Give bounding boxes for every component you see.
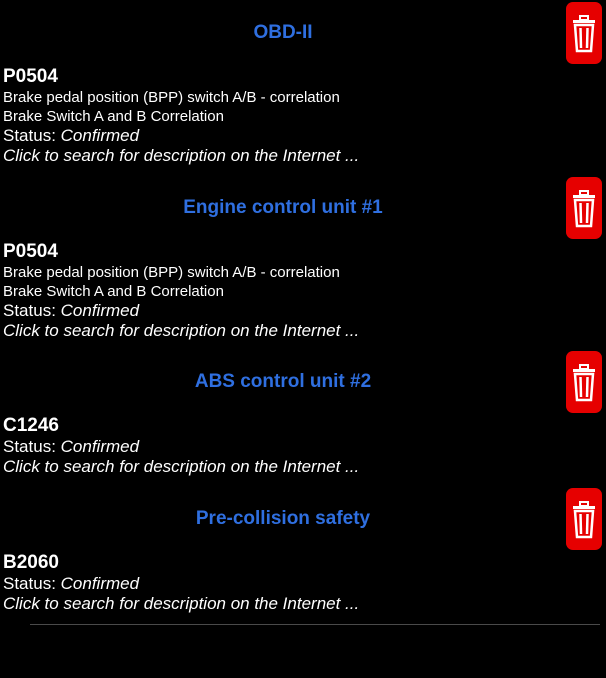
dtc-entry[interactable]: P0504 Brake pedal position (BPP) switch …	[0, 66, 606, 166]
section-obd2: OBD-II P0504 Brake pedal position (BPP) …	[0, 0, 606, 166]
section-abs-control-unit: ABS control unit #2 C1246 Status: Confir…	[0, 349, 606, 477]
trash-icon	[573, 501, 595, 539]
dtc-status: Status: Confirmed	[3, 301, 140, 320]
dtc-description: Brake pedal position (BPP) switch A/B - …	[3, 264, 340, 281]
delete-button[interactable]	[566, 488, 602, 550]
dtc-description: Brake Switch A and B Correlation	[3, 108, 224, 125]
section-header: ABS control unit #2	[0, 349, 606, 415]
dtc-description: Brake pedal position (BPP) switch A/B - …	[3, 89, 340, 106]
dtc-code: P0504	[3, 66, 58, 87]
search-internet-link[interactable]: Click to search for description on the I…	[3, 321, 606, 341]
dtc-entry[interactable]: C1246 Status: Confirmed Click to search …	[0, 415, 606, 477]
dtc-code: B2060	[3, 552, 59, 573]
delete-button[interactable]	[566, 351, 602, 413]
dtc-list-page: OBD-II P0504 Brake pedal position (BPP) …	[0, 0, 606, 678]
trash-icon	[573, 15, 595, 53]
status-value: Confirmed	[60, 574, 140, 593]
section-header: OBD-II	[0, 0, 606, 66]
section-title: Engine control unit #1	[183, 197, 383, 218]
delete-button[interactable]	[566, 2, 602, 64]
section-title: OBD-II	[253, 22, 313, 43]
dtc-status: Status: Confirmed	[3, 574, 140, 593]
search-internet-link[interactable]: Click to search for description on the I…	[3, 457, 606, 477]
dtc-description: Brake Switch A and B Correlation	[3, 283, 224, 300]
dtc-code: P0504	[3, 241, 58, 262]
dtc-entry[interactable]: B2060 Status: Confirmed Click to search …	[0, 552, 606, 614]
status-value: Confirmed	[60, 437, 140, 456]
status-value: Confirmed	[60, 301, 140, 320]
section-pre-collision-safety: Pre-collision safety B2060 Status: Confi…	[0, 486, 606, 614]
list-divider	[30, 624, 600, 625]
dtc-status: Status: Confirmed	[3, 437, 140, 456]
section-engine-control-unit: Engine control unit #1 P0504 Brake pedal…	[0, 175, 606, 341]
search-internet-link[interactable]: Click to search for description on the I…	[3, 146, 606, 166]
dtc-status: Status: Confirmed	[3, 126, 140, 145]
dtc-code: C1246	[3, 415, 59, 436]
section-title: ABS control unit #2	[194, 371, 372, 392]
section-title: Pre-collision safety	[195, 508, 371, 529]
delete-button[interactable]	[566, 177, 602, 239]
trash-icon	[573, 364, 595, 402]
section-header: Pre-collision safety	[0, 486, 606, 552]
search-internet-link[interactable]: Click to search for description on the I…	[3, 594, 606, 614]
status-value: Confirmed	[60, 126, 140, 145]
trash-icon	[573, 190, 595, 228]
section-header: Engine control unit #1	[0, 175, 606, 241]
dtc-entry[interactable]: P0504 Brake pedal position (BPP) switch …	[0, 241, 606, 341]
